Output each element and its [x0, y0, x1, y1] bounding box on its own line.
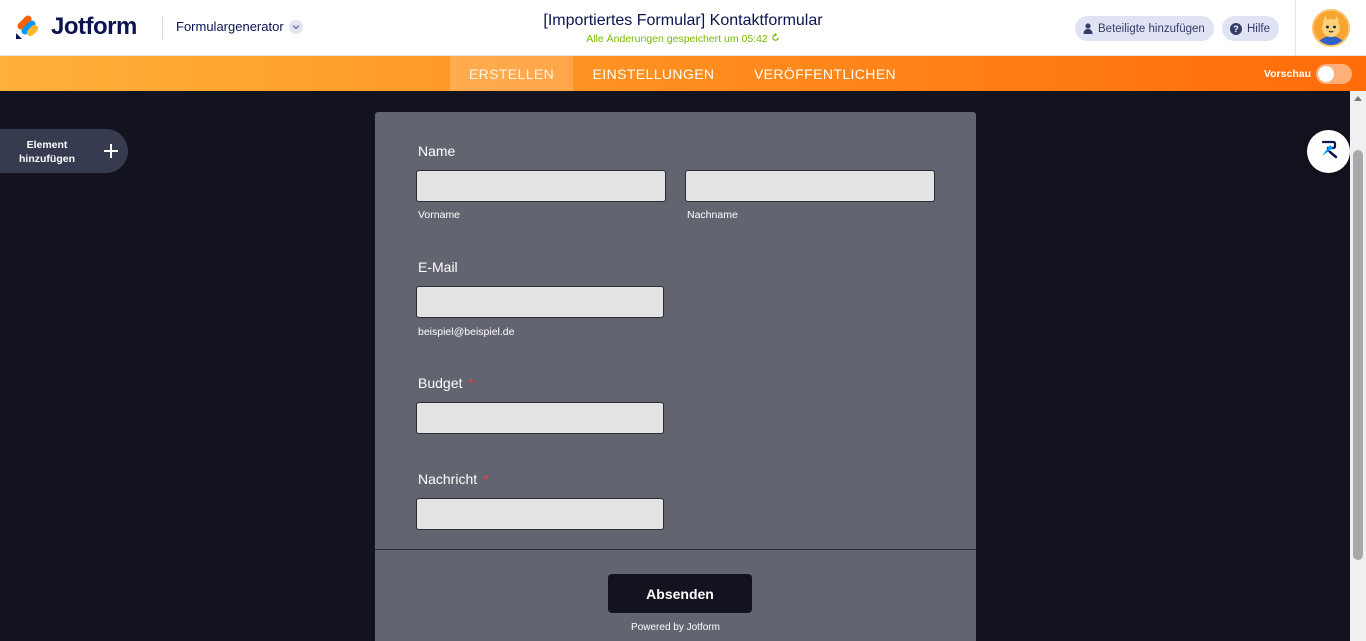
last-name-sublabel: Nachname [687, 209, 738, 221]
scrollbar-thumb[interactable] [1353, 150, 1363, 560]
question-icon: ? [1230, 22, 1242, 35]
generator-dropdown[interactable]: Formulargenerator [176, 19, 303, 34]
jotform-logo[interactable]: Jotform [15, 13, 137, 41]
submit-button[interactable]: Absenden [608, 574, 752, 613]
add-element-line2: hinzufügen [19, 153, 75, 165]
preview-toggle[interactable] [1316, 64, 1352, 84]
tab-erstellen[interactable]: ERSTELLEN [450, 56, 573, 91]
top-header: Jotform Formulargenerator [Importiertes … [0, 0, 1366, 56]
add-collaborators-button[interactable]: Beteiligte hinzufügen [1075, 16, 1214, 41]
svg-text:?: ? [1233, 24, 1239, 34]
user-avatar[interactable] [1312, 9, 1350, 47]
scroll-up-arrow[interactable] [1354, 96, 1362, 101]
form-title-area: [Importiertes Formular] Kontaktformular … [433, 12, 933, 45]
generator-label: Formulargenerator [176, 19, 284, 34]
email-label: E-Mail [418, 259, 458, 275]
budget-label-text: Budget [418, 375, 463, 391]
message-label: Nachricht * [418, 471, 489, 487]
required-mark: * [468, 375, 474, 391]
preview-toggle-group: Vorschau [1264, 64, 1352, 84]
message-label-text: Nachricht [418, 471, 478, 487]
name-label: Name [418, 143, 456, 159]
saved-status: Alle Änderungen gespeichert um 05:42 [433, 33, 933, 45]
add-element-line1: Element [26, 139, 68, 151]
help-button[interactable]: ? Hilfe [1222, 16, 1280, 41]
avatar-divider [1295, 0, 1296, 56]
refresh-icon [771, 33, 780, 45]
user-icon [1083, 23, 1093, 34]
form-footer-divider [375, 549, 976, 550]
logo-text: Jotform [51, 13, 137, 40]
required-mark: * [483, 471, 489, 487]
last-name-input[interactable] [685, 170, 935, 202]
paint-roller-icon [1319, 139, 1339, 164]
budget-input[interactable] [416, 402, 664, 434]
form-designer-button[interactable] [1307, 130, 1350, 173]
page-scrollbar[interactable] [1350, 91, 1366, 641]
preview-label: Vorschau [1263, 68, 1311, 80]
saved-status-text: Alle Änderungen gespeichert um 05:42 [586, 33, 768, 45]
add-element-button[interactable]: Element hinzufügen [0, 129, 128, 173]
powered-by-text[interactable]: Powered by Jotform [375, 622, 976, 633]
tab-veroeffentlichen[interactable]: VERÖFFENTLICHEN [734, 56, 916, 91]
email-input[interactable] [416, 286, 664, 318]
help-label: Hilfe [1247, 22, 1271, 35]
plus-icon [102, 142, 120, 160]
first-name-sublabel: Vorname [418, 209, 461, 221]
first-name-input[interactable] [416, 170, 666, 202]
budget-label: Budget * [418, 375, 474, 391]
tab-einstellungen[interactable]: EINSTELLUNGEN [573, 56, 734, 91]
form-title[interactable]: [Importiertes Formular] Kontaktformular [433, 12, 933, 30]
add-element-label: Element hinzufügen [12, 138, 82, 166]
jotform-logo-icon [15, 14, 39, 40]
header-divider [162, 17, 163, 39]
message-input[interactable] [416, 498, 664, 530]
add-collaborators-label: Beteiligte hinzufügen [1098, 22, 1205, 35]
form-canvas: Name Vorname Nachname E-Mail beispiel@be… [375, 112, 976, 641]
toggle-knob [1318, 66, 1334, 82]
chevron-down-icon [288, 19, 303, 34]
builder-nav: ERSTELLEN EINSTELLUNGEN VERÖFFENTLICHEN … [0, 56, 1366, 91]
email-sublabel: beispiel@beispiel.de [418, 326, 515, 338]
